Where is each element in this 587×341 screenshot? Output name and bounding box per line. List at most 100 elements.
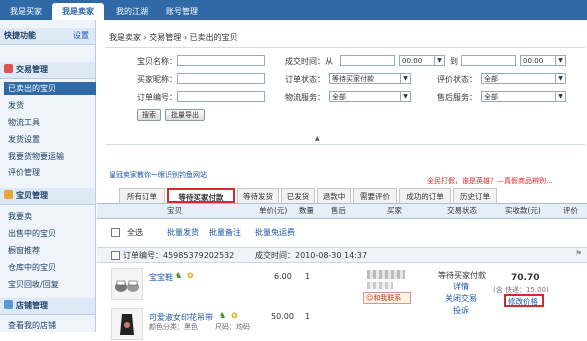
tab-shipped[interactable]: 已发货 bbox=[281, 188, 315, 203]
aftersale-value: 全部 bbox=[484, 93, 498, 101]
sidebar-item-warehouse[interactable]: 仓库中的宝贝 bbox=[8, 261, 93, 274]
collapse-icon[interactable]: ▲ bbox=[315, 135, 320, 142]
tab-buyer[interactable]: 我是买家 bbox=[4, 3, 48, 20]
order-checkbox[interactable] bbox=[111, 251, 120, 260]
batch-ship-link[interactable]: 批量发货 bbox=[167, 227, 199, 238]
promise-icon: ✿ bbox=[231, 311, 238, 320]
order-no-input[interactable] bbox=[177, 91, 265, 102]
sidebar-item-sold[interactable]: 已卖出的宝贝 bbox=[4, 82, 96, 95]
aftersale-label: 售后服务： bbox=[437, 93, 477, 102]
sidebar-item-window[interactable]: 橱窗推荐 bbox=[8, 244, 93, 257]
time-from-hour-value: 00:00 bbox=[402, 57, 423, 65]
chevron-down-icon: ▼ bbox=[555, 92, 565, 101]
tab-refunding[interactable]: 退款中 bbox=[317, 188, 351, 203]
main-content: 我是卖家 › 交易管理 › 已卖出的宝贝 宝贝名称： 成交时间：从 00:00 ▼… bbox=[97, 20, 587, 340]
flag-icon[interactable]: ⚑ bbox=[575, 249, 582, 258]
col-rating: 评价 bbox=[563, 206, 578, 215]
tab-account[interactable]: 账号管理 bbox=[160, 3, 204, 20]
item-price: 50.00 bbox=[271, 312, 294, 321]
rating-value: 全部 bbox=[484, 75, 498, 83]
shoes-image bbox=[115, 280, 139, 292]
quick-settings-link[interactable]: 设置 bbox=[73, 28, 89, 44]
select-all-label: 全选 bbox=[127, 228, 143, 237]
sidebar-item-logistics[interactable]: 物流工具 bbox=[8, 116, 93, 129]
time-to-hour-value: 00:00 bbox=[523, 57, 544, 65]
section-items-title: 宝贝管理 bbox=[16, 191, 48, 200]
order-number: 订单编号：45985379202532 bbox=[123, 251, 235, 260]
rating-select[interactable]: 全部 ▼ bbox=[481, 73, 566, 84]
status-label: 订单状态： bbox=[285, 75, 325, 84]
item-size: 尺码：均码 bbox=[215, 323, 250, 331]
col-price: 单价(元) bbox=[259, 206, 288, 215]
buyer-label: 买家昵称： bbox=[137, 75, 177, 84]
sidebar-item-freight[interactable]: 我要货物要运输 bbox=[8, 150, 93, 163]
breadcrumb: 我是卖家 › 交易管理 › 已卖出的宝贝 bbox=[109, 33, 238, 42]
rating-label: 评价状态： bbox=[437, 75, 477, 84]
item-thumbnail-shoes[interactable] bbox=[111, 268, 143, 300]
item-thumbnail-top[interactable] bbox=[111, 308, 143, 340]
time-from-input[interactable] bbox=[340, 55, 395, 66]
sidebar-item-on-sale[interactable]: 出售中的宝贝 bbox=[8, 227, 93, 240]
tab-jianghu[interactable]: 我的江湖 bbox=[110, 3, 154, 20]
batch-note-link[interactable]: 批量备注 bbox=[209, 227, 241, 238]
sidebar-item-ship-settings[interactable]: 发货设置 bbox=[8, 133, 93, 146]
trade-icon bbox=[4, 64, 13, 73]
select-all-checkbox[interactable] bbox=[111, 228, 120, 237]
aftersale-select[interactable]: 全部 ▼ bbox=[481, 91, 566, 102]
sidebar-item-sell[interactable]: 我要卖 bbox=[8, 210, 93, 223]
tab-seller[interactable]: 我是卖家 bbox=[52, 3, 104, 20]
item-qty: 1 bbox=[305, 272, 311, 281]
status-select[interactable]: 等待买家付款 ▼ bbox=[329, 73, 411, 84]
export-button[interactable]: 批量导出 bbox=[165, 109, 205, 121]
detail-link[interactable]: 详情 bbox=[453, 281, 469, 292]
contact-buyer-button[interactable]: ☺和我联系 bbox=[363, 292, 411, 304]
guarantee-icon: ♞ bbox=[219, 311, 227, 320]
shop-icon bbox=[4, 300, 13, 309]
top-navigation: 我是买家 我是卖家 我的江湖 账号管理 bbox=[0, 0, 587, 20]
time-from-hour-select[interactable]: 00:00 ▼ bbox=[399, 55, 445, 66]
sidebar-item-rating[interactable]: 评价管理 bbox=[8, 166, 93, 179]
time-to-input[interactable] bbox=[461, 55, 516, 66]
chevron-down-icon: ▼ bbox=[400, 74, 410, 83]
logistics-label: 物流服务： bbox=[285, 93, 325, 102]
order-no-label: 订单编号： bbox=[137, 93, 177, 102]
complaint-link[interactable]: 投诉 bbox=[453, 305, 469, 316]
col-total: 实收款(元) bbox=[505, 206, 541, 215]
section-shop-header[interactable]: 店铺管理 bbox=[0, 298, 95, 315]
top-image bbox=[120, 314, 134, 335]
tab-all-orders[interactable]: 所有订单 bbox=[119, 188, 165, 203]
search-button[interactable]: 搜索 bbox=[137, 109, 161, 121]
item-name-input[interactable] bbox=[177, 55, 265, 66]
trade-status: 等待买家付款 bbox=[438, 271, 486, 280]
section-trade-header[interactable]: 交易管理 bbox=[0, 62, 95, 79]
chevron-down-icon: ▼ bbox=[400, 92, 410, 101]
buyer-name-blurred bbox=[367, 270, 405, 279]
col-buyer: 买家 bbox=[387, 206, 402, 215]
promo-right-link[interactable]: 全民打假，谁是英雄？—真假商品辨别... bbox=[427, 176, 553, 186]
sidebar-item-ship[interactable]: 发货 bbox=[8, 99, 93, 112]
status-value: 等待买家付款 bbox=[332, 75, 374, 83]
item-name-link[interactable]: 宝宝鞋 bbox=[149, 272, 173, 283]
promo-link[interactable]: 皇冠卖家教你一眼识别钓鱼网站 bbox=[109, 170, 207, 180]
logistics-select[interactable]: 全部 ▼ bbox=[329, 91, 411, 102]
sidebar-item-view-shop[interactable]: 查看我的店铺 bbox=[8, 319, 93, 332]
batch-free-shipping-link[interactable]: 批量免运费 bbox=[255, 227, 295, 238]
tab-need-rating[interactable]: 需要评价 bbox=[353, 188, 397, 203]
time-to-hour-select[interactable]: 00:00 ▼ bbox=[520, 55, 566, 66]
chevron-down-icon: ▼ bbox=[434, 56, 444, 65]
section-items-header[interactable]: 宝贝管理 bbox=[0, 188, 95, 205]
tab-wait-ship[interactable]: 等待发货 bbox=[237, 188, 279, 203]
sidebar-item-recycle[interactable]: 宝贝回收/回复 bbox=[8, 278, 93, 291]
chevron-down-icon: ▼ bbox=[555, 74, 565, 83]
modify-price-link[interactable]: 修改价格 bbox=[508, 296, 538, 307]
col-qty: 数量 bbox=[299, 206, 314, 215]
tab-success[interactable]: 成功的订单 bbox=[399, 188, 451, 203]
time-label: 成交时间：从 bbox=[285, 57, 333, 66]
tab-wait-pay[interactable]: 等待买家付款 bbox=[167, 188, 235, 203]
tab-history[interactable]: 历史订单 bbox=[453, 188, 497, 203]
close-trade-link[interactable]: 关闭交易 bbox=[445, 293, 477, 304]
item-color: 颜色分类：黑色 bbox=[149, 323, 198, 331]
buyer-input[interactable] bbox=[177, 73, 265, 84]
col-status: 交易状态 bbox=[447, 206, 477, 215]
col-aftersale: 售后 bbox=[331, 206, 346, 215]
